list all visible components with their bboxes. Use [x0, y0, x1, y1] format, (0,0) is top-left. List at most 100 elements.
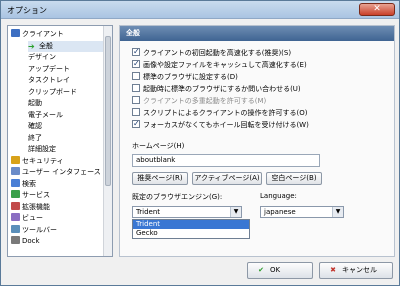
chevron-down-icon[interactable]: ▼: [230, 207, 241, 217]
sidebar-item[interactable]: セキュリティ: [11, 155, 105, 167]
dock-icon: [11, 236, 20, 244]
cancel-button[interactable]: ✖ キャンセル: [319, 262, 393, 279]
homepage-input[interactable]: aboutblank: [132, 154, 320, 167]
checkmark-icon: ✔: [258, 266, 264, 274]
sidebar-item[interactable]: 起動: [28, 98, 105, 109]
checkbox-label: 起動時に標準のブラウザにするか問い合わせる(U): [143, 85, 301, 93]
sidebar-item-label: セキュリティ: [22, 156, 64, 165]
search-icon: [11, 178, 20, 187]
sidebar-item-label: クリップボード: [28, 87, 77, 96]
option-checkbox-row[interactable]: クライアントの多重起動を許可する(M): [132, 96, 266, 107]
sidebar-item[interactable]: クライアント: [11, 29, 105, 40]
sidebar-item-label: アップデート: [28, 64, 70, 73]
sidebar-item-label: デザイン: [28, 53, 56, 61]
sidebar-item-label: サービス: [22, 191, 50, 199]
sidebar-item[interactable]: 検索: [11, 178, 105, 190]
chevron-down-icon[interactable]: ▼: [332, 207, 343, 217]
client-icon: [11, 29, 20, 37]
sidebar-item[interactable]: ➔ 全般: [28, 40, 105, 52]
option-checkbox-row[interactable]: 標準のブラウザに設定する(D): [132, 72, 238, 83]
engine-option-gecko[interactable]: Gecko: [133, 229, 249, 238]
sidebar-item-label: 詳細設定: [28, 145, 56, 153]
checkbox[interactable]: [132, 72, 140, 80]
ok-label: OK: [270, 266, 281, 274]
window-title: オプション: [7, 6, 47, 15]
sidebar-item[interactable]: サービス: [11, 190, 105, 201]
sidebar-item[interactable]: Dock: [11, 236, 105, 247]
recommended-page-button[interactable]: 推奨ページ(R): [132, 172, 188, 185]
ui-icon: [11, 167, 20, 175]
security-icon: [11, 155, 20, 164]
sidebar-item-label: 全般: [39, 41, 53, 50]
panel-header: 全般: [120, 26, 394, 41]
sidebar-item[interactable]: ユーザー インタフェース: [11, 167, 105, 178]
engine-select[interactable]: Trident ▼: [132, 206, 242, 218]
checkbox-label: スクリプトによるクライアントの操作を許可する(O): [143, 109, 308, 117]
sidebar-item-label: 終了: [28, 133, 42, 142]
close-button[interactable]: ✕: [359, 3, 395, 16]
checkbox[interactable]: [132, 108, 140, 116]
sidebar-item[interactable]: クリップボード: [28, 87, 105, 98]
sidebar-item-label: 起動: [28, 99, 42, 107]
sidebar-item-label: タスクトレイ: [28, 76, 70, 84]
sidebar-item[interactable]: ビュー: [11, 213, 105, 224]
option-checkbox-row[interactable]: クライアントの初回起動を高速化する(推奨)(S): [132, 46, 292, 59]
sidebar-item[interactable]: 詳細設定: [28, 144, 105, 155]
toolbar-icon: [11, 224, 20, 233]
language-selected-value: japanese: [264, 208, 296, 216]
sidebar-item-label: 確認: [28, 122, 42, 130]
sidebar-item-label: ビュー: [22, 214, 43, 222]
sidebar-item[interactable]: デザイン: [28, 52, 105, 63]
sidebar-item[interactable]: 拡張機能: [11, 201, 105, 213]
sidebar-item[interactable]: ツールバー: [11, 224, 105, 236]
options-tree: Dock ツールバー ビュー 拡張機能 サービス 検索 ユーザー インタフェース セキュリティ…: [7, 25, 113, 257]
service-icon: [11, 190, 20, 198]
checkbox-label: 標準のブラウザに設定する(D): [143, 73, 238, 81]
sidebar-item[interactable]: アップデート: [28, 64, 105, 75]
language-select[interactable]: japanese ▼: [260, 206, 344, 218]
arrow-right-icon: ➔: [28, 41, 35, 51]
ok-button[interactable]: ✔ OK: [247, 262, 313, 279]
option-checkbox-row[interactable]: 画像や設定ファイルをキャッシュして高速化する(E): [132, 58, 307, 71]
tree-scrollbar[interactable]: [103, 26, 112, 256]
sidebar-item-label: ツールバー: [22, 225, 57, 234]
sidebar-item[interactable]: 終了: [28, 133, 105, 144]
engine-dropdown-list: Trident Gecko: [132, 219, 250, 239]
sidebar-item-label: Dock: [22, 237, 40, 245]
checkbox-label: フォーカスがなくてもホイール回転を受け付ける(W): [143, 121, 309, 129]
sidebar-item-label: 拡張機能: [22, 202, 50, 211]
close-icon: ✕: [373, 4, 381, 14]
checkbox-label: クライアントの初回起動を高速化する(推奨)(S): [143, 49, 292, 57]
sidebar-item-label: クライアント: [22, 30, 64, 38]
checkbox[interactable]: [132, 118, 140, 129]
checkbox-label: クライアントの多重起動を許可する(M): [143, 97, 267, 105]
checkbox[interactable]: [132, 84, 140, 92]
sidebar-item[interactable]: 電子メール: [28, 110, 105, 121]
option-checkbox-row[interactable]: スクリプトによるクライアントの操作を許可する(O): [132, 108, 307, 119]
engine-label: 既定のブラウザエンジン(G):: [132, 193, 223, 201]
language-label: Language:: [260, 192, 297, 200]
title-bar[interactable]: オプション ✕: [1, 1, 399, 19]
view-icon: [11, 213, 20, 221]
cancel-icon: ✖: [330, 266, 336, 274]
extension-icon: [11, 201, 20, 210]
active-page-button[interactable]: アクティブページ(A): [192, 172, 262, 185]
sidebar-item[interactable]: タスクトレイ: [28, 75, 105, 86]
scrollbar-thumb[interactable]: [105, 36, 111, 186]
sidebar-item-label: ユーザー インタフェース: [22, 168, 101, 176]
option-checkbox-row[interactable]: フォーカスがなくてもホイール回転を受け付ける(W): [132, 118, 309, 131]
homepage-label: ホームページ(H): [132, 142, 185, 150]
general-panel: 全般 クライアントの初回起動を高速化する(推奨)(S) 画像や設定ファイルをキャッ…: [119, 25, 395, 257]
engine-option-trident[interactable]: Trident: [133, 220, 249, 229]
option-checkbox-row[interactable]: 起動時に標準のブラウザにするか問い合わせる(U): [132, 84, 301, 95]
checkbox[interactable]: [132, 58, 140, 69]
sidebar-item[interactable]: 確認: [28, 121, 105, 132]
checkbox-label: 画像や設定ファイルをキャッシュして高速化する(E): [143, 61, 307, 69]
sidebar-item-label: 電子メール: [28, 110, 63, 119]
sidebar-item-label: 検索: [22, 179, 36, 188]
blank-page-button[interactable]: 空白ページ(B): [266, 172, 322, 185]
checkbox[interactable]: [132, 46, 140, 57]
options-dialog: オプション ✕ Dock ツールバー ビュー 拡張機能 サービス 検索 ユーザー インタフェ…: [0, 0, 400, 286]
cancel-label: キャンセル: [342, 266, 377, 274]
checkbox[interactable]: [132, 96, 140, 104]
